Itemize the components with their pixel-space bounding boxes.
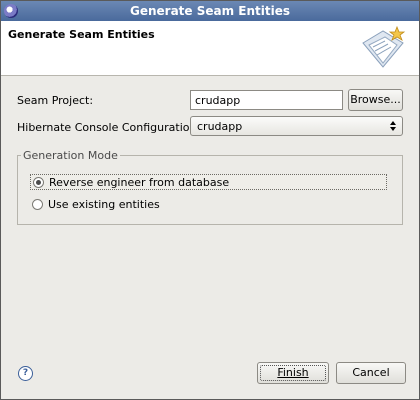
cancel-button[interactable]: Cancel xyxy=(336,362,406,384)
dropdown-arrows-icon xyxy=(390,121,396,131)
wizard-banner-icon xyxy=(362,25,406,68)
finish-button[interactable]: Finish xyxy=(257,362,329,384)
dialog-window: Generate Seam Entities Generate Seam Ent… xyxy=(0,0,420,400)
radio-button[interactable] xyxy=(33,177,44,188)
help-icon[interactable]: ? xyxy=(18,366,33,381)
radio-button[interactable] xyxy=(32,199,43,210)
page-title: Generate Seam Entities xyxy=(8,28,155,41)
browse-button[interactable]: Browse... xyxy=(348,89,403,111)
radio-reverse-engineer[interactable]: Reverse engineer from database xyxy=(30,174,387,190)
generation-mode-legend: Generation Mode xyxy=(21,149,120,162)
seam-project-input[interactable] xyxy=(190,90,343,110)
window-title: Generate Seam Entities xyxy=(129,4,291,18)
hibernate-config-value: crudapp xyxy=(197,120,243,133)
finish-label: Finish xyxy=(277,366,309,379)
generation-mode-group xyxy=(17,155,403,225)
radio-use-existing-entities[interactable]: Use existing entities xyxy=(30,197,230,213)
seam-project-label: Seam Project: xyxy=(17,94,94,107)
title-bar[interactable]: Generate Seam Entities xyxy=(1,1,419,21)
hibernate-config-select[interactable]: crudapp xyxy=(190,116,403,136)
wizard-header: Generate Seam Entities xyxy=(1,21,419,76)
hibernate-config-label: Hibernate Console Configuration: xyxy=(17,121,201,134)
radio-label: Reverse engineer from database xyxy=(49,176,230,189)
radio-label: Use existing entities xyxy=(48,198,160,211)
